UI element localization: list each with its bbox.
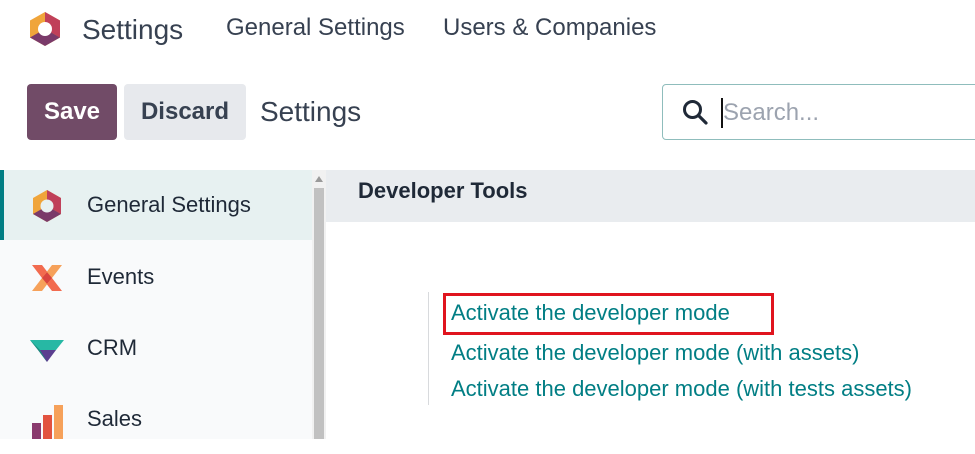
sidebar-item-sales[interactable]: Sales	[0, 384, 312, 454]
sidebar-item-general-settings[interactable]: General Settings	[0, 170, 312, 240]
events-icon	[32, 265, 62, 291]
sidebar-scrollbar[interactable]	[312, 170, 326, 439]
activate-developer-mode-tests-assets-link[interactable]: Activate the developer mode (with tests …	[451, 376, 912, 402]
section-header: Developer Tools	[326, 170, 975, 222]
setting-divider	[428, 292, 429, 405]
activate-developer-mode-assets-link[interactable]: Activate the developer mode (with assets…	[451, 340, 859, 366]
discard-button[interactable]: Discard	[124, 84, 246, 140]
sidebar-item-label: CRM	[87, 335, 138, 360]
sidebar-item-label: Sales	[87, 406, 143, 431]
nav-menu-general-settings[interactable]: General Settings	[226, 14, 405, 42]
sidebar-item-events[interactable]: Events	[0, 242, 312, 312]
sidebar-item-crm[interactable]: CRM	[0, 313, 312, 383]
top-navbar: Settings General Settings Users & Compan…	[0, 0, 975, 60]
scroll-up-arrow-icon[interactable]	[315, 176, 323, 182]
section-title: Developer Tools	[358, 178, 528, 203]
breadcrumb: Settings	[260, 96, 362, 127]
settings-sidebar: General Settings Events CRM Sales	[0, 170, 312, 439]
save-button[interactable]: Save	[27, 84, 117, 140]
app-title[interactable]: Settings	[82, 14, 183, 46]
scrollbar-thumb[interactable]	[314, 188, 324, 439]
search-input[interactable]	[721, 95, 975, 131]
search-icon	[683, 100, 708, 125]
text-cursor	[721, 98, 723, 128]
sidebar-item-label: Events	[87, 264, 155, 289]
highlight-annotation-box	[443, 293, 774, 335]
settings-hexagon-icon	[33, 190, 61, 222]
search-box[interactable]	[662, 84, 975, 140]
sales-icon	[32, 405, 63, 439]
nav-menu-users-companies[interactable]: Users & Companies	[443, 14, 656, 42]
crm-icon	[30, 340, 64, 362]
settings-app-logo-icon[interactable]	[26, 10, 64, 48]
sidebar-item-label: General Settings	[87, 192, 251, 217]
